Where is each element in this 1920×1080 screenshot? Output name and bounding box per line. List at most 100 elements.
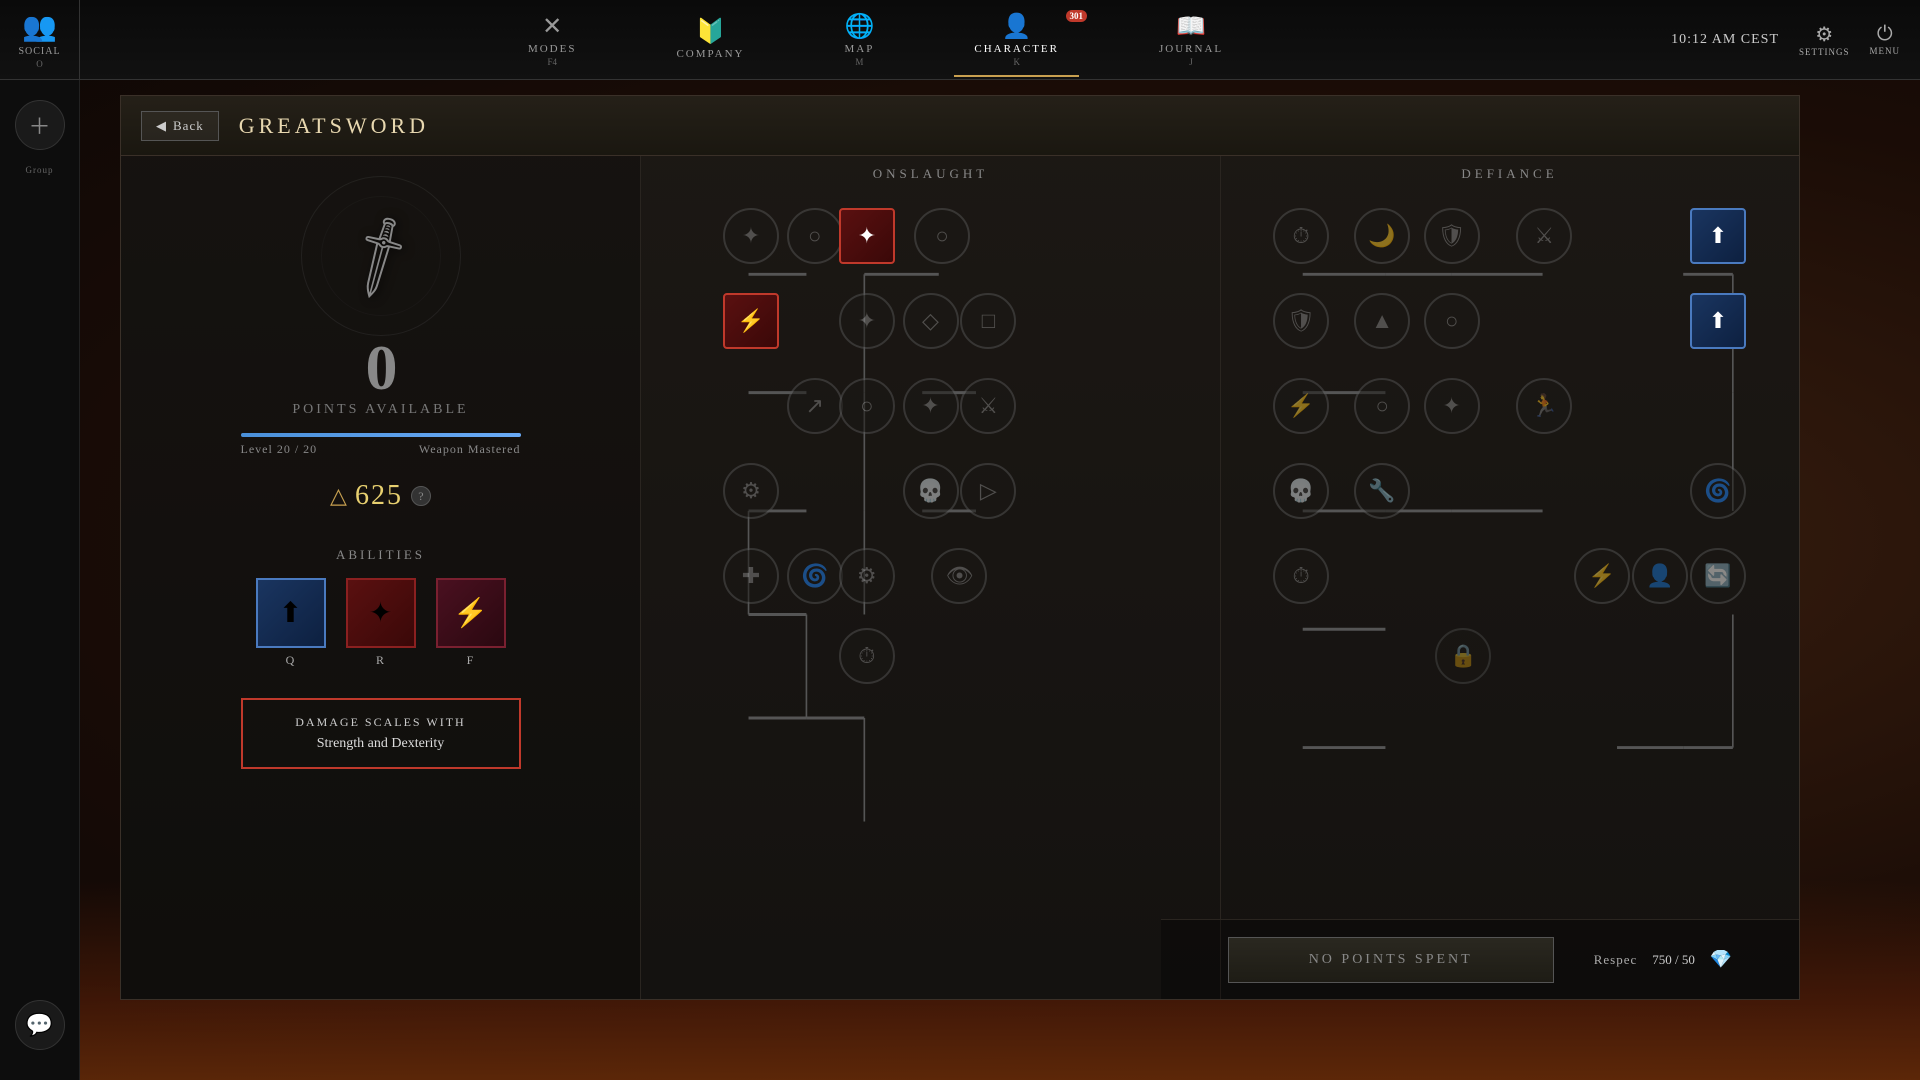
skill-node-o13[interactable]: ⚙: [723, 463, 779, 519]
xp-bar-fill: [241, 433, 521, 437]
journal-icon: 📖: [1176, 12, 1206, 41]
respec-label: Respec: [1594, 952, 1638, 968]
skill-node-d11[interactable]: ○: [1354, 378, 1410, 434]
main-panel: ◀ Back GREATSWORD 🗡 0 POINTS AVAILABLE L…: [120, 95, 1800, 1000]
gem-icon: △: [330, 483, 347, 509]
social-key: O: [36, 59, 43, 69]
skill-node-o5-active[interactable]: ⚡: [723, 293, 779, 349]
skill-node-d20[interactable]: 🔄: [1690, 548, 1746, 604]
skill-node-o2[interactable]: ○: [787, 208, 843, 264]
respec-icon: 💎: [1710, 949, 1732, 970]
character-key: K: [1013, 57, 1020, 67]
nav-items: ✕ MODES F4 🔰 COMPANY 🌐 MAP M 👤 301 CHARA…: [80, 0, 1671, 79]
skill-node-d12[interactable]: ✦: [1424, 378, 1480, 434]
skill-node-o6[interactable]: ✦: [839, 293, 895, 349]
nav-map[interactable]: 🌐 MAP M: [824, 2, 894, 77]
skill-node-o8[interactable]: □: [960, 293, 1016, 349]
skill-columns: ONSLAUGHT: [641, 156, 1799, 999]
skill-node-d5-hl[interactable]: ⬆: [1690, 208, 1746, 264]
skill-node-d3[interactable]: 🛡: [1424, 208, 1480, 264]
ability-q-symbol: ⬆: [279, 596, 302, 630]
character-icon: 👤: [1002, 12, 1032, 41]
nav-company[interactable]: 🔰 COMPANY: [656, 7, 764, 72]
ability-icon-q[interactable]: ⬆: [256, 578, 326, 648]
skill-node-d15[interactable]: 🔧: [1354, 463, 1410, 519]
skill-node-o4[interactable]: ○: [914, 208, 970, 264]
skill-node-d18[interactable]: ⚡: [1574, 548, 1630, 604]
topbar: 👥 SOCIAL O ✕ MODES F4 🔰 COMPANY 🌐 MAP M …: [0, 0, 1920, 80]
skill-node-d16[interactable]: 🌀: [1690, 463, 1746, 519]
skill-node-o-bottom[interactable]: ⏱: [839, 628, 895, 684]
xp-bar-labels: Level 20 / 20 Weapon Mastered: [241, 442, 521, 457]
map-icon: 🌐: [844, 12, 874, 41]
skill-node-d6[interactable]: 🛡: [1273, 293, 1329, 349]
skill-node-o15[interactable]: ▷: [960, 463, 1016, 519]
settings-button[interactable]: ⚙ SETTINGS: [1799, 22, 1850, 57]
skill-node-o7[interactable]: ◇: [903, 293, 959, 349]
mastery-help-button[interactable]: ?: [411, 486, 431, 506]
skill-node-o12[interactable]: ⚔: [960, 378, 1016, 434]
skill-node-o18[interactable]: ⚙: [839, 548, 895, 604]
no-points-label: NO POINTS SPENT: [1309, 952, 1473, 967]
xp-bar-track: [241, 433, 521, 437]
damage-scales-value: Strength and Dexterity: [263, 736, 499, 752]
skill-node-o1[interactable]: ✦: [723, 208, 779, 264]
skill-node-d4[interactable]: ⚔: [1516, 208, 1572, 264]
skill-node-d13[interactable]: 🏃: [1516, 378, 1572, 434]
menu-icon: ⏻: [1877, 23, 1893, 46]
skill-node-o10[interactable]: ○: [839, 378, 895, 434]
skill-node-d7[interactable]: ▲: [1354, 293, 1410, 349]
company-icon: 🔰: [696, 17, 726, 46]
skill-node-d-bottom-locked[interactable]: 🔒: [1435, 628, 1491, 684]
settings-label: SETTINGS: [1799, 47, 1850, 57]
skill-node-d14[interactable]: 💀: [1273, 463, 1329, 519]
social-nav-item[interactable]: 👥 SOCIAL O: [0, 0, 80, 79]
points-available-number: 0: [366, 336, 396, 400]
points-available-label: POINTS AVAILABLE: [292, 402, 468, 418]
nav-right: 10:12 AM CEST ⚙ SETTINGS ⏻ MENU: [1671, 22, 1920, 57]
left-panel: 🗡 0 POINTS AVAILABLE Level 20 / 20 Weapo…: [121, 156, 641, 999]
skill-node-d10[interactable]: ⚡: [1273, 378, 1329, 434]
ability-slot-q: ⬆ Q: [256, 578, 326, 668]
no-points-button[interactable]: NO POINTS SPENT: [1228, 937, 1554, 983]
skill-node-o19[interactable]: 👁: [931, 548, 987, 604]
weapon-emblem: 🗡: [291, 186, 471, 326]
skill-node-d1[interactable]: ⏱: [1273, 208, 1329, 264]
skill-node-d8[interactable]: ○: [1424, 293, 1480, 349]
ability-f-symbol: ⚡: [453, 596, 488, 630]
character-label: CHARACTER: [974, 43, 1059, 55]
group-button[interactable]: ＋: [15, 100, 65, 150]
skill-node-o17[interactable]: 🌀: [787, 548, 843, 604]
skill-node-o11[interactable]: ✦: [903, 378, 959, 434]
damage-scales-title: DAMAGE SCALES WITH: [263, 715, 499, 730]
nav-character[interactable]: 👤 301 CHARACTER K: [954, 2, 1079, 77]
menu-button[interactable]: ⏻ MENU: [1870, 23, 1901, 56]
skill-node-o16[interactable]: ✚: [723, 548, 779, 604]
panel-title: GREATSWORD: [239, 113, 429, 139]
nav-modes[interactable]: ✕ MODES F4: [508, 2, 597, 77]
mastery-gems-row: △ 625 ?: [330, 480, 431, 512]
skill-node-d19[interactable]: 👤: [1632, 548, 1688, 604]
damage-scales-box: DAMAGE SCALES WITH Strength and Dexterit…: [241, 698, 521, 769]
skill-node-d9-hl[interactable]: ⬆: [1690, 293, 1746, 349]
chat-button[interactable]: 💬: [15, 1000, 65, 1050]
nav-journal[interactable]: 📖 JOURNAL J: [1139, 2, 1243, 77]
back-label: Back: [173, 118, 204, 134]
abilities-row: ⬆ Q ✦ R ⚡ F: [241, 578, 521, 668]
group-label: Group: [26, 165, 54, 175]
modes-key: F4: [547, 57, 557, 67]
onslaught-column: ONSLAUGHT: [641, 156, 1220, 999]
skill-node-o9[interactable]: ↗: [787, 378, 843, 434]
skill-node-d2[interactable]: 🌙: [1354, 208, 1410, 264]
map-key: M: [855, 57, 863, 67]
skill-node-o3-active[interactable]: ✦: [839, 208, 895, 264]
skill-node-o14[interactable]: 💀: [903, 463, 959, 519]
skill-node-d17[interactable]: ⏱: [1273, 548, 1329, 604]
back-button[interactable]: ◀ Back: [141, 111, 219, 141]
defiance-header: DEFIANCE: [1220, 166, 1799, 182]
modes-icon: ✕: [542, 12, 562, 41]
plus-icon: ＋: [28, 109, 50, 141]
ability-key-q: Q: [286, 653, 296, 668]
ability-icon-f[interactable]: ⚡: [436, 578, 506, 648]
ability-icon-r[interactable]: ✦: [346, 578, 416, 648]
